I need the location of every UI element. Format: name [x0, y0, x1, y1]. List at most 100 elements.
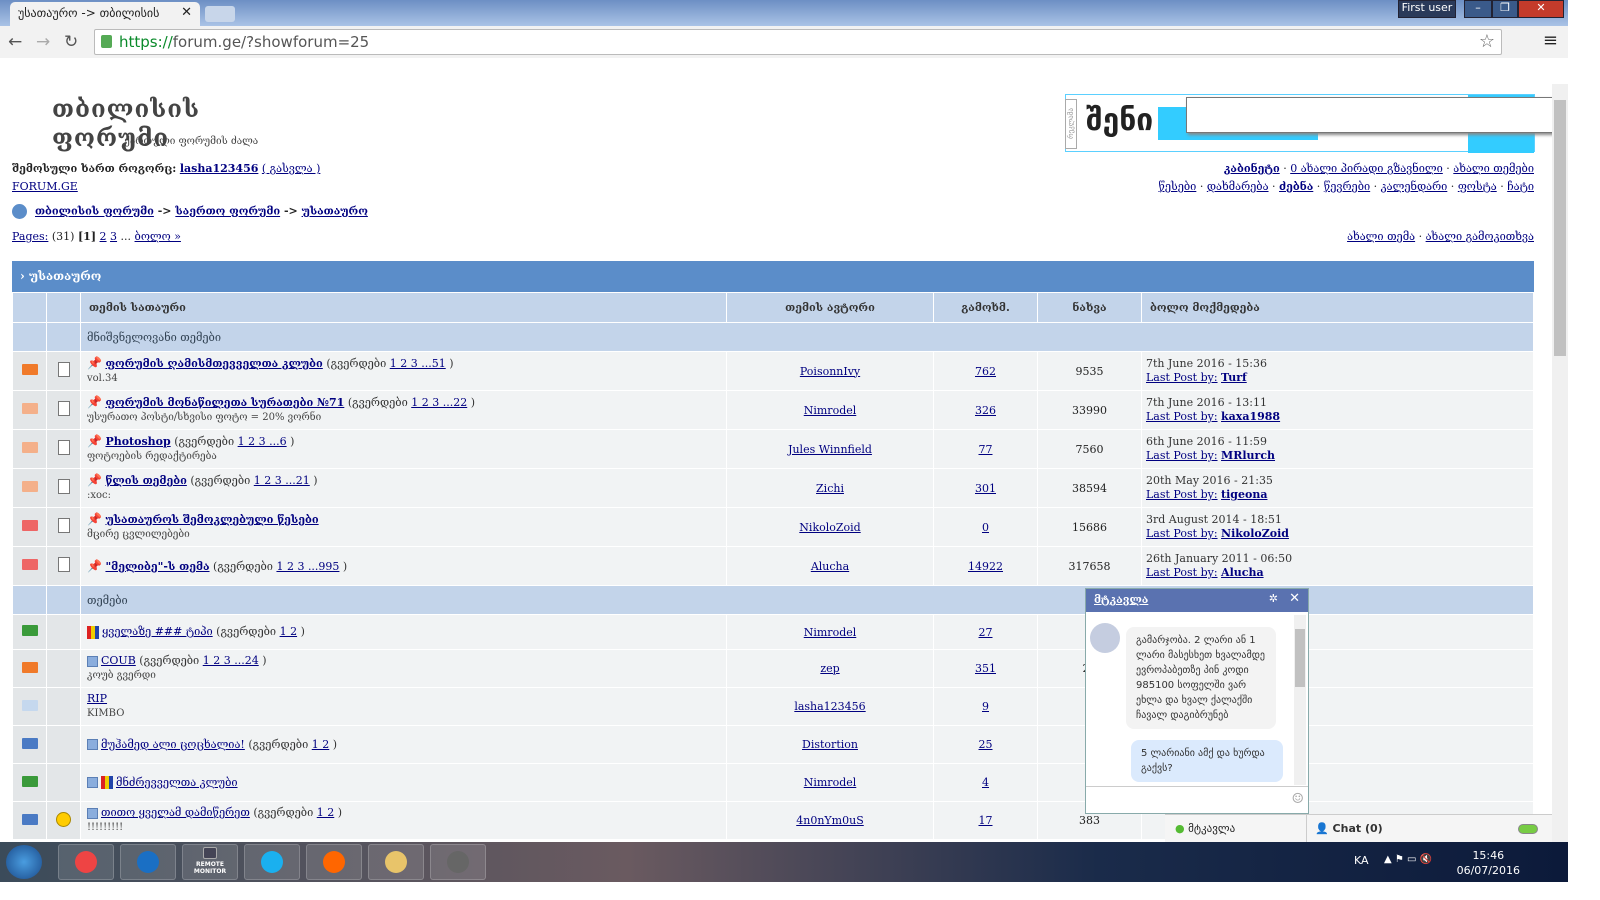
chat-toggle[interactable]: 👤 Chat (0) — [1315, 822, 1383, 835]
topic-pages-link[interactable]: 1 2 3 ...21 — [254, 474, 310, 487]
topic-replies[interactable]: 326 — [975, 404, 996, 417]
col-title[interactable]: თემის სათაური — [80, 292, 727, 323]
col-views[interactable]: ნახვა — [1037, 292, 1142, 323]
last-post-author[interactable]: kaxa1988 — [1221, 410, 1280, 423]
cabinet-link[interactable]: კაბინეტი — [1224, 162, 1280, 175]
chat-scrollbar[interactable] — [1294, 615, 1306, 785]
username-link[interactable]: lasha123456 — [180, 162, 259, 175]
topic-pages-link[interactable]: 1 2 3 ...51 — [390, 357, 446, 370]
emoji-icon[interactable]: ☺ — [1291, 791, 1304, 807]
breadcrumb-current[interactable]: უსათაურო — [302, 205, 368, 218]
chat-tab[interactable]: ● მტკავლა — [1165, 815, 1307, 843]
taskbar-app-0[interactable] — [58, 844, 114, 880]
topic-title-link[interactable]: ფორუმის მონაწილეთა სურათები №71 — [105, 396, 344, 409]
expand-icon[interactable] — [87, 807, 98, 819]
chat-contact-name[interactable]: მტკავლა — [1094, 593, 1148, 606]
last-post-author[interactable]: Turf — [1221, 371, 1247, 384]
tray-icons[interactable]: ▲ ⚑ ▭ 🔇 — [1384, 854, 1432, 865]
expand-icon[interactable] — [87, 655, 98, 667]
browser-tab[interactable]: უსათაურო -> თბილისის ✕ — [10, 2, 200, 26]
menu-icon[interactable]: ≡ — [1543, 30, 1558, 51]
topic-title-link[interactable]: მნძრევველთა კლუბი — [116, 776, 238, 789]
topic-pages-link[interactable]: 1 2 3 ...995 — [276, 560, 339, 573]
topic-author[interactable]: Distortion — [802, 738, 858, 751]
topic-pages-link[interactable]: 1 2 3 ...24 — [203, 654, 259, 667]
back-icon[interactable]: ← — [8, 32, 22, 52]
topic-title-link[interactable]: თითო ყველამ დამიწერეთ — [101, 806, 250, 819]
pages-label[interactable]: Pages: — [12, 230, 48, 243]
taskbar-app-5[interactable] — [368, 844, 424, 880]
topic-author[interactable]: Jules Winnfield — [788, 443, 872, 456]
topic-title-link[interactable]: მუჰამედ ალი ცოცხალია! — [101, 738, 245, 751]
taskbar-app-2[interactable]: REMOTE MONITOR — [182, 844, 238, 880]
topic-pages-link[interactable]: 1 2 — [312, 738, 330, 751]
expand-icon[interactable] — [87, 739, 98, 750]
chat-input[interactable]: ☺ — [1086, 786, 1308, 814]
new-topic-link[interactable]: ახალი თემა — [1347, 230, 1415, 243]
reload-icon[interactable]: ↻ — [64, 32, 78, 52]
last-post-label[interactable]: Last Post by: — [1146, 410, 1218, 423]
topic-title-link[interactable]: წლის თემები — [105, 474, 186, 487]
topic-replies[interactable]: 0 — [982, 521, 989, 534]
topic-author[interactable]: zep — [820, 662, 839, 675]
page-link[interactable]: 3 — [110, 230, 117, 243]
logout-link[interactable]: ( გასვლა ) — [262, 162, 321, 175]
close-chat-icon[interactable]: ✕ — [1289, 591, 1300, 606]
close-tab-icon[interactable]: ✕ — [181, 5, 192, 20]
topic-replies[interactable]: 17 — [979, 814, 993, 827]
address-bar[interactable]: https://forum.ge/?showforum=25 ☆ — [94, 29, 1502, 55]
last-page-link[interactable]: ბოლო » — [135, 230, 181, 243]
topic-author[interactable]: PoisonnIvy — [800, 365, 860, 378]
topic-author[interactable]: Zichi — [816, 482, 844, 495]
topic-author[interactable]: Nimrodel — [804, 404, 857, 417]
topic-author[interactable]: Alucha — [811, 560, 849, 573]
topic-pages-link[interactable]: 1 2 3 ...6 — [238, 435, 287, 448]
nav-members[interactable]: წევრები — [1324, 180, 1370, 193]
topic-pages-link[interactable]: 1 2 — [280, 625, 298, 638]
topic-replies[interactable]: 351 — [975, 662, 996, 675]
topic-author[interactable]: lasha123456 — [794, 700, 865, 713]
col-author[interactable]: თემის ავტორი — [726, 292, 934, 323]
topic-replies[interactable]: 25 — [979, 738, 993, 751]
topic-replies[interactable]: 762 — [975, 365, 996, 378]
start-button[interactable] — [6, 845, 42, 879]
topic-title-link[interactable]: უსათაუროს შემოკლებული წესები — [105, 513, 318, 526]
topic-author[interactable]: NikoloZoid — [799, 521, 860, 534]
language-indicator[interactable]: KA — [1354, 854, 1369, 867]
scrollbar-thumb[interactable] — [1554, 100, 1566, 356]
nav-calendar[interactable]: კალენდარი — [1381, 180, 1448, 193]
last-post-label[interactable]: Last Post by: — [1146, 488, 1218, 501]
bookmark-star-icon[interactable]: ☆ — [1479, 31, 1495, 52]
page-scrollbar[interactable] — [1552, 84, 1568, 842]
last-post-author[interactable]: tigeona — [1221, 488, 1267, 501]
site-link[interactable]: FORUM.GE — [12, 180, 78, 193]
nav-chat[interactable]: ჩატი — [1507, 180, 1534, 193]
nav-help[interactable]: დახმარება — [1207, 180, 1269, 193]
topic-title-link[interactable]: RIP — [87, 692, 107, 705]
nav-search[interactable]: ძებნა — [1279, 180, 1313, 193]
col-replies[interactable]: გამოხმ. — [933, 292, 1038, 323]
last-post-author[interactable]: NikoloZoid — [1221, 527, 1289, 540]
topic-title-link[interactable]: ფორუმის ღამისმთევველთა კლუბი — [105, 357, 322, 370]
last-post-label[interactable]: Last Post by: — [1146, 527, 1218, 540]
new-topics-link[interactable]: ახალი თემები — [1453, 162, 1534, 175]
nav-rules[interactable]: წესები — [1158, 180, 1196, 193]
forward-icon[interactable]: → — [36, 32, 50, 52]
col-last-action[interactable]: ბოლო მოქმედება — [1141, 292, 1534, 323]
last-post-author[interactable]: MRlurch — [1221, 449, 1275, 462]
topic-author[interactable]: 4n0nYm0uS — [796, 814, 863, 827]
breadcrumb-forum[interactable]: თბილისის ფორუმი — [35, 205, 154, 218]
minimize-button[interactable]: – — [1464, 0, 1492, 18]
topic-replies[interactable]: 301 — [975, 482, 996, 495]
topic-title-link[interactable]: Photoshop — [105, 435, 170, 448]
nav-mail[interactable]: ფოსტა — [1458, 180, 1497, 193]
last-post-label[interactable]: Last Post by: — [1146, 566, 1218, 579]
messages-link[interactable]: 0 ახალი პირადი გზავნილი — [1290, 162, 1443, 175]
taskbar-app-3[interactable] — [244, 844, 300, 880]
taskbar-app-6[interactable] — [430, 844, 486, 880]
clock[interactable]: 15:46 06/07/2016 — [1457, 848, 1520, 878]
taskbar-app-4[interactable] — [306, 844, 362, 880]
last-post-label[interactable]: Last Post by: — [1146, 371, 1218, 384]
logo[interactable]: თბილისის ფორუმი ქართული ფორუმის ძალა — [12, 94, 272, 156]
chat-switch[interactable] — [1518, 824, 1538, 834]
